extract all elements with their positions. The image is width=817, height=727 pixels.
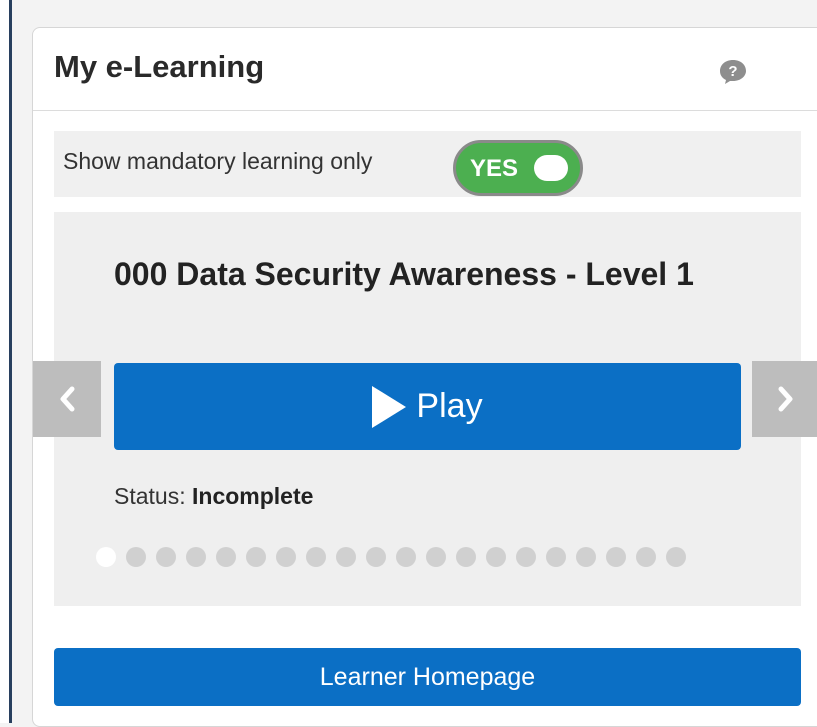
mandatory-filter-label: Show mandatory learning only — [63, 148, 373, 174]
pagination-dot[interactable] — [546, 547, 566, 567]
e-learning-widget: My e-Learning ? Show mandatory learning … — [32, 27, 817, 727]
play-button-label: Play — [416, 387, 483, 425]
status-value: Incomplete — [192, 483, 314, 509]
pagination-dot[interactable] — [246, 547, 266, 567]
pagination-dot[interactable] — [306, 547, 326, 567]
pagination-dot[interactable] — [396, 547, 416, 567]
pagination-dot[interactable] — [666, 547, 686, 567]
page-left-border — [0, 0, 12, 723]
status-label: Status: — [114, 483, 186, 509]
pagination-dot[interactable] — [336, 547, 356, 567]
svg-text:?: ? — [728, 63, 737, 80]
chevron-left-icon — [60, 386, 75, 412]
play-button[interactable]: Play — [114, 363, 741, 450]
mandatory-filter-bar: Show mandatory learning only YES — [54, 131, 801, 197]
course-carousel: 000 Data Security Awareness - Level 1 Pl… — [54, 212, 801, 606]
pagination-dot[interactable] — [366, 547, 386, 567]
pagination-dot[interactable] — [456, 547, 476, 567]
pagination-dot[interactable] — [486, 547, 506, 567]
mandatory-toggle[interactable]: YES — [453, 140, 583, 196]
pagination-dot[interactable] — [576, 547, 596, 567]
widget-header: My e-Learning ? — [33, 28, 817, 111]
pagination-dot[interactable] — [426, 547, 446, 567]
pagination-dot[interactable] — [516, 547, 536, 567]
course-title: 000 Data Security Awareness - Level 1 — [114, 256, 694, 292]
toggle-yes-text: YES — [470, 155, 519, 182]
learner-homepage-button[interactable]: Learner Homepage — [54, 648, 801, 706]
carousel-next-button[interactable] — [752, 361, 817, 437]
chevron-right-icon — [778, 386, 793, 412]
pagination-dot[interactable] — [186, 547, 206, 567]
learner-homepage-label: Learner Homepage — [319, 662, 536, 691]
course-status: Status: Incomplete — [114, 483, 313, 510]
pagination-dot[interactable] — [636, 547, 656, 567]
toggle-knob — [534, 155, 568, 181]
pagination-dot[interactable] — [276, 547, 296, 567]
pagination-dot[interactable] — [96, 547, 116, 567]
pagination-dot[interactable] — [156, 547, 176, 567]
pagination-dot[interactable] — [216, 547, 236, 567]
pagination-dot[interactable] — [606, 547, 626, 567]
widget-title: My e-Learning — [54, 49, 265, 84]
carousel-prev-button[interactable] — [33, 361, 101, 437]
pagination-dot[interactable] — [126, 547, 146, 567]
carousel-pagination — [96, 547, 686, 567]
help-icon[interactable]: ? — [719, 59, 747, 85]
play-icon — [372, 385, 407, 428]
